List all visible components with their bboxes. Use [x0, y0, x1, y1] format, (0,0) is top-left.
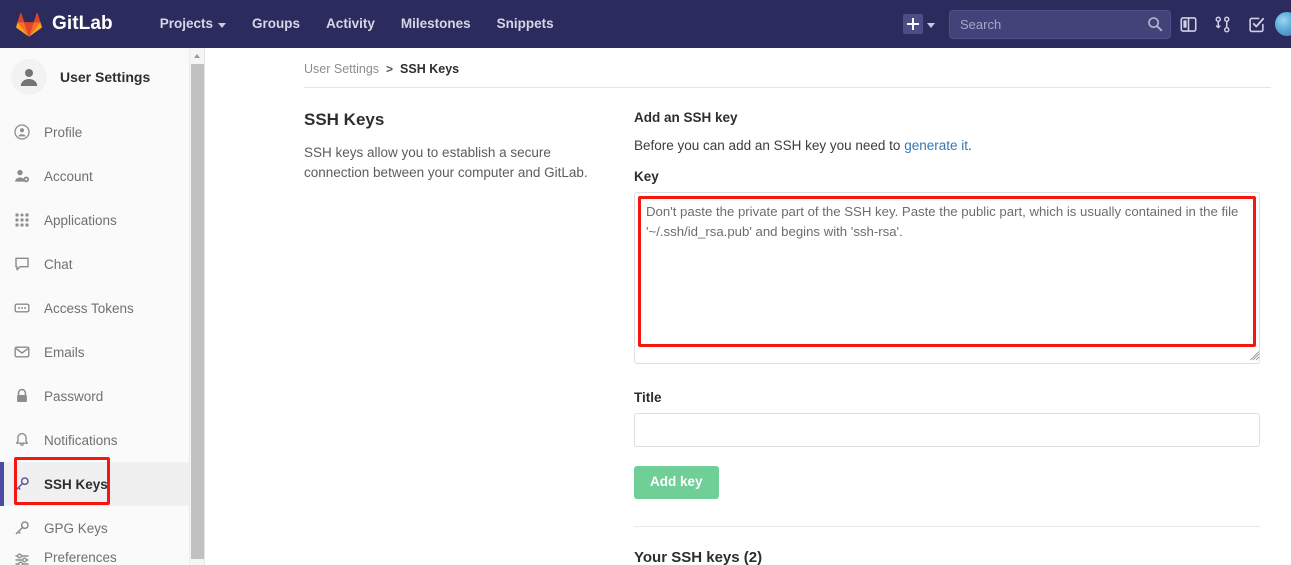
- nav-link-groups-label: Groups: [252, 16, 301, 31]
- form-subtext-before: Before you can add an SSH key you need t…: [634, 138, 905, 153]
- breadcrumb-current: SSH Keys: [400, 62, 460, 76]
- nav-link-activity[interactable]: Activity: [313, 0, 388, 48]
- settings-description-column: SSH Keys SSH keys allow you to establish…: [304, 110, 634, 565]
- key-textarea[interactable]: [634, 192, 1260, 364]
- navbar-links: Projects Groups Activity Milestones Snip…: [147, 0, 567, 48]
- sidebar-item-account-label: Account: [44, 168, 93, 184]
- add-key-button[interactable]: Add key: [634, 466, 719, 499]
- user-settings-sidebar: User Settings Profile Account Applicatio…: [0, 48, 205, 565]
- sidebar-item-preferences[interactable]: Preferences: [0, 550, 204, 565]
- sidebar-item-gpg-keys-label: GPG Keys: [44, 520, 108, 536]
- email-icon: [12, 342, 32, 362]
- nav-link-milestones[interactable]: Milestones: [388, 0, 484, 48]
- chevron-down-icon: [218, 22, 227, 28]
- applications-icon: [12, 210, 32, 230]
- nav-link-projects-label: Projects: [159, 16, 214, 31]
- main-content: User Settings > SSH Keys SSH Keys SSH ke…: [206, 48, 1291, 565]
- sidebar-nav-list: Profile Account Applications Chat Access…: [0, 110, 204, 565]
- sidebar-item-access-tokens-label: Access Tokens: [44, 300, 134, 316]
- todos-icon: [1248, 17, 1264, 32]
- nav-link-projects[interactable]: Projects: [147, 0, 239, 48]
- issue-boards-button[interactable]: [1171, 0, 1205, 48]
- sidebar-scrollbar-thumb[interactable]: [191, 64, 204, 559]
- issue-boards-icon: [1179, 16, 1197, 32]
- breadcrumb: User Settings > SSH Keys: [206, 48, 1291, 76]
- nav-link-snippets[interactable]: Snippets: [484, 0, 567, 48]
- settings-columns: SSH Keys SSH keys allow you to establish…: [206, 88, 1291, 565]
- page-title: SSH Keys: [304, 110, 385, 129]
- profile-icon: [12, 122, 32, 142]
- your-ssh-keys-heading: Your SSH keys (2): [634, 548, 763, 565]
- breadcrumb-separator: >: [386, 62, 394, 76]
- generate-it-link[interactable]: generate it: [904, 138, 968, 153]
- key-icon: [12, 518, 32, 538]
- title-field-label: Title: [634, 390, 662, 405]
- key-icon: [12, 474, 32, 494]
- title-input[interactable]: [634, 413, 1260, 447]
- new-item-button[interactable]: [897, 0, 941, 48]
- navbar-right: [897, 0, 1291, 48]
- top-navbar: GitLab Projects Groups Activity Mileston…: [0, 0, 1291, 48]
- sidebar-item-applications[interactable]: Applications: [0, 198, 204, 242]
- nav-link-milestones-label: Milestones: [400, 16, 471, 31]
- breadcrumb-user-settings[interactable]: User Settings: [304, 62, 379, 76]
- sidebar-scrollbar[interactable]: [189, 48, 204, 565]
- sidebar-item-notifications-label: Notifications: [44, 432, 118, 448]
- chat-icon: [12, 254, 32, 274]
- sidebar-header: User Settings: [0, 48, 204, 106]
- sidebar-item-ssh-keys-label: SSH Keys: [44, 476, 108, 492]
- todos-button[interactable]: [1239, 0, 1273, 48]
- user-avatar-button[interactable]: [1275, 12, 1291, 36]
- page-description: SSH keys allow you to establish a secure…: [304, 145, 588, 181]
- key-field-label: Key: [634, 169, 659, 184]
- scroll-up-arrow-icon[interactable]: [190, 48, 204, 63]
- gitlab-tanuki-logo-icon: [16, 12, 42, 37]
- nav-link-groups[interactable]: Groups: [239, 0, 313, 48]
- sidebar-item-account[interactable]: Account: [0, 154, 204, 198]
- sidebar-item-password[interactable]: Password: [0, 374, 204, 418]
- plus-icon: [903, 14, 923, 34]
- form-subtext: Before you can add an SSH key you need t…: [634, 138, 1263, 153]
- chevron-down-icon: [927, 22, 935, 28]
- nav-link-snippets-label: Snippets: [496, 16, 554, 31]
- sidebar-item-notifications[interactable]: Notifications: [0, 418, 204, 462]
- sidebar-item-profile[interactable]: Profile: [0, 110, 204, 154]
- form-section-divider: [634, 525, 1260, 527]
- sidebar-title: User Settings: [60, 69, 151, 85]
- sidebar-item-access-tokens[interactable]: Access Tokens: [0, 286, 204, 330]
- merge-requests-icon: [1214, 16, 1230, 32]
- preferences-icon: [12, 550, 32, 565]
- navbar-left: GitLab Projects Groups Activity Mileston…: [0, 0, 567, 48]
- form-heading: Add an SSH key: [634, 110, 738, 125]
- sidebar-item-chat[interactable]: Chat: [0, 242, 204, 286]
- nav-link-activity-label: Activity: [326, 16, 375, 31]
- account-icon: [12, 166, 32, 186]
- search-container: [949, 9, 1171, 39]
- access-tokens-icon: [12, 298, 32, 318]
- sidebar-item-password-label: Password: [44, 388, 104, 404]
- lock-icon: [12, 386, 32, 406]
- sidebar-item-ssh-keys[interactable]: SSH Keys: [0, 462, 204, 506]
- sidebar-item-emails-label: Emails: [44, 344, 85, 360]
- bell-icon: [12, 430, 32, 450]
- sidebar-item-preferences-label: Preferences: [44, 550, 117, 565]
- merge-requests-button[interactable]: [1205, 0, 1239, 48]
- sidebar-avatar: [11, 59, 47, 95]
- sidebar-item-profile-label: Profile: [44, 124, 83, 140]
- search-input[interactable]: [949, 9, 1171, 39]
- sidebar-item-applications-label: Applications: [44, 212, 117, 228]
- brand-name: GitLab: [52, 13, 113, 34]
- user-avatar-icon: [20, 69, 38, 86]
- key-textarea-wrapper: [634, 192, 1263, 364]
- gitlab-home-link[interactable]: GitLab: [0, 0, 127, 48]
- sidebar-item-chat-label: Chat: [44, 256, 73, 272]
- sidebar-item-gpg-keys[interactable]: GPG Keys: [0, 506, 204, 550]
- form-subtext-after: .: [967, 138, 972, 153]
- add-ssh-key-form: Add an SSH key Before you can add an SSH…: [634, 110, 1263, 565]
- sidebar-item-emails[interactable]: Emails: [0, 330, 204, 374]
